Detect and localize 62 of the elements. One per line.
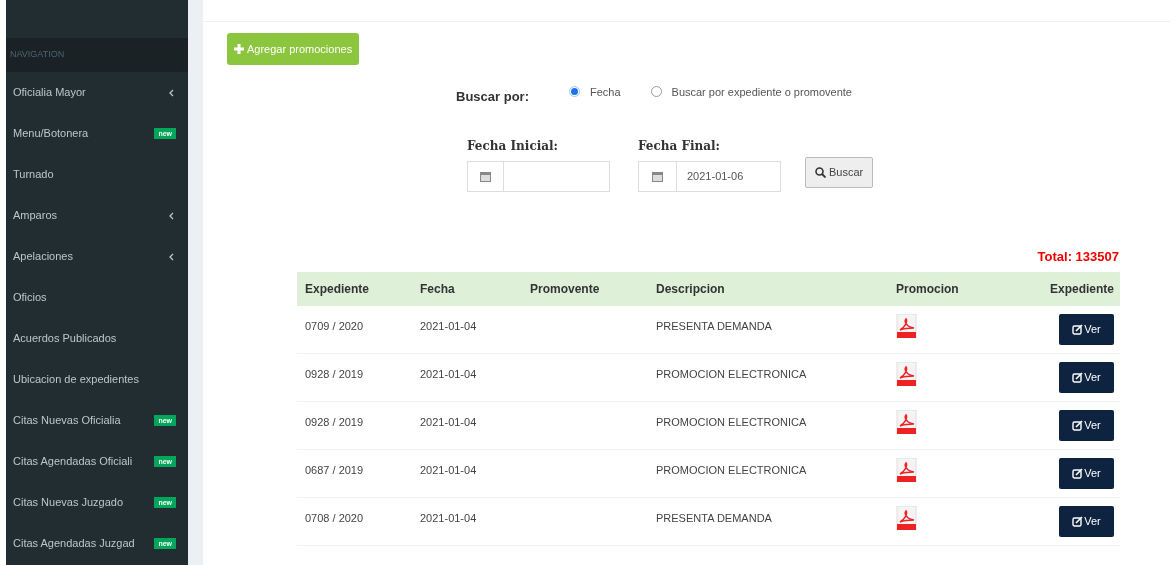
table-cell: 0708 / 2020 bbox=[305, 512, 364, 524]
pdf-file-icon[interactable] bbox=[896, 410, 917, 434]
chevron-icon bbox=[169, 211, 174, 220]
total-count: Total: 133507 bbox=[1037, 247, 1119, 266]
column-header: Expediente bbox=[304, 281, 371, 298]
table-cell: PROMOCION ELECTRONICA bbox=[656, 464, 807, 476]
end-date-field[interactable]: 2021-01-06 bbox=[638, 160, 781, 192]
column-header: Descripcion bbox=[655, 281, 726, 298]
table-cell: 0928 / 2019 bbox=[305, 416, 364, 428]
end-date-label: Fecha Final: bbox=[638, 137, 722, 155]
table-cell: 0709 / 2020 bbox=[305, 320, 364, 332]
radio-button[interactable] bbox=[650, 86, 662, 98]
sidebar-item[interactable]: Ubicacion de expedientes bbox=[6, 359, 188, 400]
view-button[interactable]: Ver bbox=[1059, 458, 1114, 489]
sidebar-item[interactable]: Amparos bbox=[6, 195, 188, 236]
column-header: Promovente bbox=[529, 281, 601, 298]
radio-option[interactable]: Fecha bbox=[568, 83, 621, 100]
calendar-icon bbox=[480, 170, 491, 182]
edit-icon bbox=[1072, 468, 1084, 479]
view-button[interactable]: Ver bbox=[1059, 506, 1114, 537]
table-cell: PRESENTA DEMANDA bbox=[656, 512, 772, 524]
edit-icon bbox=[1072, 516, 1084, 527]
table-cell: PROMOCION ELECTRONICA bbox=[656, 368, 807, 380]
plus-icon bbox=[234, 44, 244, 54]
table-cell: PRESENTA DEMANDA bbox=[656, 320, 772, 332]
sidebar-item[interactable]: Apelaciones bbox=[6, 236, 188, 277]
section-header: NAVIGATION bbox=[10, 48, 65, 62]
chevron-icon bbox=[169, 88, 174, 97]
sidebar-item[interactable]: Acuerdos Publicados bbox=[6, 318, 188, 359]
edit-icon bbox=[1072, 420, 1084, 431]
radio-option[interactable]: Buscar por expediente o promovente bbox=[650, 83, 852, 100]
pdf-file-icon[interactable] bbox=[896, 506, 917, 530]
edit-icon bbox=[1072, 324, 1084, 335]
chevron-icon bbox=[169, 252, 174, 261]
start-date-label: Fecha Inicial: bbox=[467, 137, 559, 155]
table-cell: 2021-01-04 bbox=[420, 320, 477, 332]
view-button[interactable]: Ver bbox=[1059, 362, 1114, 393]
table-cell: 2021-01-04 bbox=[420, 368, 477, 380]
pdf-file-icon[interactable] bbox=[896, 362, 917, 386]
table-cell: 2021-01-04 bbox=[420, 464, 477, 476]
table-cell: 0687 / 2019 bbox=[305, 464, 364, 476]
sidebar-item[interactable]: Oficialia Mayor bbox=[6, 72, 188, 113]
search-icon bbox=[815, 166, 826, 178]
column-header: Expediente bbox=[1048, 281, 1115, 298]
pdf-file-icon[interactable] bbox=[896, 458, 917, 482]
view-button[interactable]: Ver bbox=[1059, 410, 1114, 441]
search-by-label: Buscar por: bbox=[456, 88, 529, 106]
radio-button[interactable] bbox=[568, 86, 580, 98]
calendar-icon bbox=[652, 170, 663, 182]
pdf-file-icon[interactable] bbox=[896, 314, 917, 338]
column-header: Promocion bbox=[895, 281, 960, 298]
sidebar-item[interactable]: Turnado bbox=[6, 154, 188, 195]
table-cell: 2021-01-04 bbox=[420, 512, 477, 524]
start-date-field[interactable] bbox=[467, 160, 610, 192]
search-button[interactable]: Buscar bbox=[805, 156, 874, 188]
edit-icon bbox=[1072, 372, 1084, 383]
view-button[interactable]: Ver bbox=[1059, 314, 1114, 345]
column-header: Fecha bbox=[419, 281, 456, 298]
sidebar-item[interactable]: Oficios bbox=[6, 277, 188, 318]
table-cell: 0928 / 2019 bbox=[305, 368, 364, 380]
table-cell: PROMOCION ELECTRONICA bbox=[656, 416, 807, 428]
table-cell: 2021-01-04 bbox=[420, 416, 477, 428]
